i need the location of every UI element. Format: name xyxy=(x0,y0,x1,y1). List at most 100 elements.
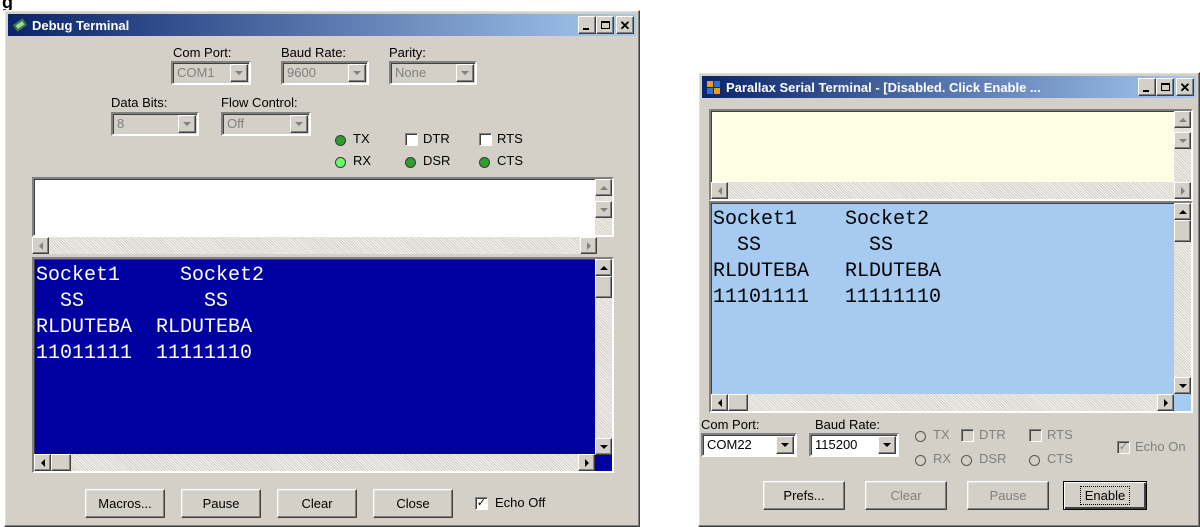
com-port-select[interactable]: COM1 xyxy=(171,61,251,85)
dtr-checkbox[interactable] xyxy=(405,133,418,146)
rts-checkbox[interactable] xyxy=(1029,429,1042,442)
baud-rate-value: 9600 xyxy=(287,65,316,80)
chevron-down-icon xyxy=(776,436,794,454)
tx-led xyxy=(335,135,346,146)
cts-led xyxy=(1029,455,1040,466)
enable-button[interactable]: Enable xyxy=(1063,481,1147,510)
scroll-down-button[interactable] xyxy=(595,201,612,218)
maximize-button[interactable] xyxy=(1156,78,1174,96)
receive-pane[interactable]: Socket1 Socket2 SS SS RLDUTEBA RLDUTEBA … xyxy=(709,201,1193,413)
scroll-left-button[interactable] xyxy=(34,454,51,471)
arrow-right-icon xyxy=(584,458,589,467)
arrow-up-icon xyxy=(1178,117,1187,122)
close-window-button[interactable]: ✕ xyxy=(1176,78,1194,96)
macros-button[interactable]: Macros... xyxy=(85,489,165,518)
scroll-up-button[interactable] xyxy=(595,259,612,276)
scroll-thumb[interactable] xyxy=(595,276,612,298)
scroll-down-button[interactable] xyxy=(1174,132,1191,149)
echo-on-checkbox[interactable]: ✓ xyxy=(1117,441,1130,454)
baud-rate-label: Baud Rate: xyxy=(815,417,881,432)
pause-button-label: Pause xyxy=(989,488,1027,503)
com-port-label: Com Port: xyxy=(173,45,232,60)
minimize-button[interactable] xyxy=(1138,78,1156,96)
scroll-left-button[interactable] xyxy=(32,237,49,254)
arrow-up-icon xyxy=(599,265,608,270)
dtr-checkbox[interactable] xyxy=(961,429,974,442)
close-button[interactable]: Close xyxy=(373,489,453,518)
parity-select[interactable]: None xyxy=(389,61,477,85)
transmit-vertical-scrollbar[interactable] xyxy=(1174,111,1191,182)
dtr-label: DTR xyxy=(979,427,1006,442)
rts-label: RTS xyxy=(497,131,523,146)
receive-vertical-scrollbar[interactable] xyxy=(1174,203,1191,394)
baud-rate-select[interactable]: 115200 xyxy=(809,433,899,457)
transmit-horizontal-scrollbar[interactable] xyxy=(32,237,597,254)
echo-off-checkbox[interactable]: ✓ xyxy=(475,497,488,510)
scroll-right-button[interactable] xyxy=(580,237,597,254)
prefs-button[interactable]: Prefs... xyxy=(763,481,845,510)
close-icon: ✕ xyxy=(1179,79,1191,95)
rx-led xyxy=(915,455,926,466)
transmit-horizontal-scrollbar[interactable] xyxy=(711,182,1191,199)
dsr-led xyxy=(405,157,416,168)
chevron-down-icon xyxy=(178,115,196,133)
receive-horizontal-scrollbar[interactable] xyxy=(711,394,1174,411)
debug-terminal-titlebar[interactable]: Debug Terminal ✕ xyxy=(8,14,636,36)
scroll-thumb[interactable] xyxy=(51,454,71,471)
flow-control-select[interactable]: Off xyxy=(221,112,311,136)
scroll-up-button[interactable] xyxy=(1174,111,1191,128)
arrow-down-icon xyxy=(1178,138,1187,143)
scroll-right-button[interactable] xyxy=(578,454,595,471)
rx-led xyxy=(335,157,346,168)
chevron-down-icon xyxy=(290,115,308,133)
arrow-right-icon xyxy=(1163,398,1168,407)
minimize-icon xyxy=(1143,90,1149,92)
receive-pane[interactable]: Socket1 Socket2 SS SS RLDUTEBA RLDUTEBA … xyxy=(32,257,614,473)
transmit-pane[interactable] xyxy=(32,177,614,237)
rts-label: RTS xyxy=(1047,427,1073,442)
close-button-label: Close xyxy=(396,496,430,511)
data-bits-select[interactable]: 8 xyxy=(111,112,199,136)
close-window-button[interactable]: ✕ xyxy=(616,16,634,34)
scroll-left-button[interactable] xyxy=(711,394,728,411)
clear-button[interactable]: Clear xyxy=(865,481,947,510)
com-port-select[interactable]: COM22 xyxy=(701,433,797,457)
window-title: Parallax Serial Terminal - [Disabled. Cl… xyxy=(726,79,1041,95)
clear-button[interactable]: Clear xyxy=(277,489,357,518)
baud-rate-select[interactable]: 9600 xyxy=(281,61,369,85)
scroll-up-button[interactable] xyxy=(595,179,612,196)
baud-rate-label: Baud Rate: xyxy=(281,45,347,60)
com-port-value: COM1 xyxy=(177,65,215,80)
pause-button[interactable]: Pause xyxy=(181,489,261,518)
minimize-icon xyxy=(583,28,589,30)
receive-vertical-scrollbar[interactable] xyxy=(595,259,612,455)
arrow-right-icon xyxy=(1180,186,1185,195)
parallax-terminal-titlebar[interactable]: Parallax Serial Terminal - [Disabled. Cl… xyxy=(702,76,1196,98)
scroll-up-button[interactable] xyxy=(1174,203,1191,220)
parallax-logo-icon xyxy=(706,79,722,95)
pause-button[interactable]: Pause xyxy=(967,481,1049,510)
scroll-left-button[interactable] xyxy=(711,182,728,199)
receive-horizontal-scrollbar[interactable] xyxy=(34,454,595,471)
minimize-button[interactable] xyxy=(578,16,596,34)
debug-terminal-window: Debug Terminal ✕ Com Port: COM1 Baud Rat… xyxy=(4,10,640,527)
parallax-terminal-window: Parallax Serial Terminal - [Disabled. Cl… xyxy=(698,72,1200,527)
arrow-left-icon xyxy=(38,241,43,250)
scroll-right-button[interactable] xyxy=(1157,394,1174,411)
scroll-thumb[interactable] xyxy=(1174,220,1191,242)
maximize-button[interactable] xyxy=(596,16,614,34)
prefs-button-label: Prefs... xyxy=(783,488,825,503)
chevron-down-icon xyxy=(348,64,366,82)
maximize-icon xyxy=(600,21,610,29)
scroll-down-button[interactable] xyxy=(595,438,612,455)
scroll-down-button[interactable] xyxy=(1174,377,1191,394)
dsr-label: DSR xyxy=(979,451,1007,466)
scroll-right-button[interactable] xyxy=(1174,182,1191,199)
transmit-pane[interactable] xyxy=(709,109,1193,201)
arrow-down-icon xyxy=(1178,383,1187,388)
clear-button-label: Clear xyxy=(890,488,922,503)
rts-checkbox[interactable] xyxy=(479,133,492,146)
transmit-vertical-scrollbar[interactable] xyxy=(595,179,612,235)
echo-off-label: Echo Off xyxy=(495,495,546,510)
scroll-thumb[interactable] xyxy=(728,394,748,411)
